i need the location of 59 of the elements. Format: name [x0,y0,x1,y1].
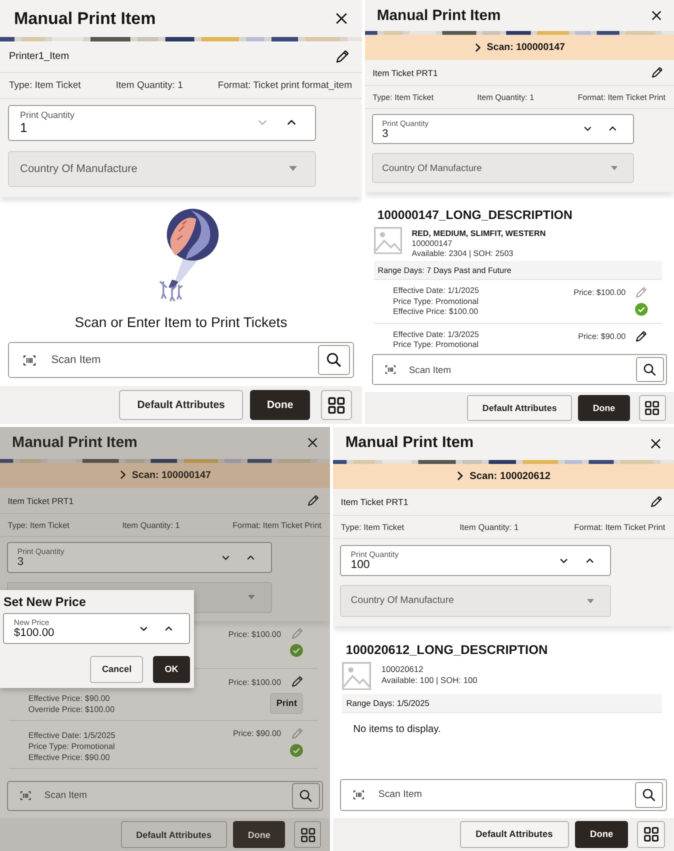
scan-label: Scan: 100020612 [470,470,551,482]
field-value: 100 [350,559,371,571]
price-text: Price: $90.00 [578,332,626,341]
range-text: Range Days: 7 Days Past and Future [378,266,512,276]
field-value: 3 [382,128,390,140]
scan-label: Scan: 100000147 [132,470,211,481]
price-text: Price: $100.00 [228,678,282,687]
price-detail: Effective Date: 1/5/2025 [28,731,116,740]
field-label: Print Quantity [20,110,76,120]
price-detail: Price Type: Promotional [393,296,479,306]
range-text: Range Days: 1/5/2025 [346,698,430,708]
item-variant: RED, MEDIUM, SLIMFIT, WESTERN [412,228,546,238]
info-text: Format: Ticket print format_item [218,80,352,90]
price-detail: Effective Date: 1/3/2025 [393,330,479,338]
dropdown-placeholder: Country Of Manufacture [382,163,482,174]
info-text: Item Quantity: 1 [122,520,180,530]
empty-message: Scan or Enter Item to Print Tickets [74,314,288,330]
info-text: Format: Item Ticket Print [578,92,666,102]
printer-name: Item Ticket PRT1 [8,496,74,506]
info-text: Item Quantity: 1 [460,522,519,532]
info-text: Type: Item Ticket [340,522,404,532]
item-stock: Available: 2304 | SOH: 2503 [412,249,514,258]
price-detail: Override Price: $100.00 [28,704,114,714]
item-title: 100000147_LONG_DESCRIPTION [377,208,574,222]
price-detail: Effective Price: $100.00 [393,307,479,316]
item-id: 100020612 [381,664,424,674]
info-text: Type: Item Ticket [8,520,70,530]
empty-message: No items to display. [353,724,442,735]
printer-name: Item Ticket PRT1 [340,497,408,508]
price-text: Price: $100.00 [574,288,626,298]
info-text: Type: Item Ticket [9,80,81,90]
info-text: Item Quantity: 1 [116,80,183,90]
info-text: Format: Item Ticket Print [232,520,322,530]
info-text: Format: Item Ticket Print [574,522,666,532]
item-title: 100020612_LONG_DESCRIPTION [346,642,549,658]
price-text: Price: $100.00 [228,630,282,639]
dialog-title: Manual Print Item [12,434,138,452]
price-text: Price: $90.00 [232,729,282,738]
dialog-title: Manual Print Item [14,8,156,28]
field-value: 1 [20,120,28,135]
field-value: 3 [17,556,25,568]
scan-label: Scan: 100000147 [486,42,565,54]
info-text: Type: Item Ticket [372,92,434,102]
dialog-title: Manual Print Item [345,434,474,452]
field-value: $100.00 [14,626,56,639]
item-id: 100000147 [412,238,454,248]
price-detail: Effective Date: 1/1/2025 [393,286,479,296]
dialog-title: Set New Price [3,594,87,609]
dropdown-placeholder: Country Of Manufacture [20,162,138,174]
printer-name: Item Ticket PRT1 [372,68,438,78]
dropdown-placeholder: Country Of Manufacture [350,595,454,606]
printer-name: Printer1_Item [9,51,70,62]
info-text: Item Quantity: 1 [477,92,534,102]
price-detail: Price Type: Promotional [28,742,116,752]
dialog-title: Manual Print Item [376,8,501,24]
price-detail: Effective Price: $90.00 [28,752,111,762]
price-detail: Effective Price: $90.00 [28,694,111,703]
item-stock: Available: 100 | SOH: 100 [381,675,478,686]
price-detail: Price Type: Promotional [393,340,479,350]
